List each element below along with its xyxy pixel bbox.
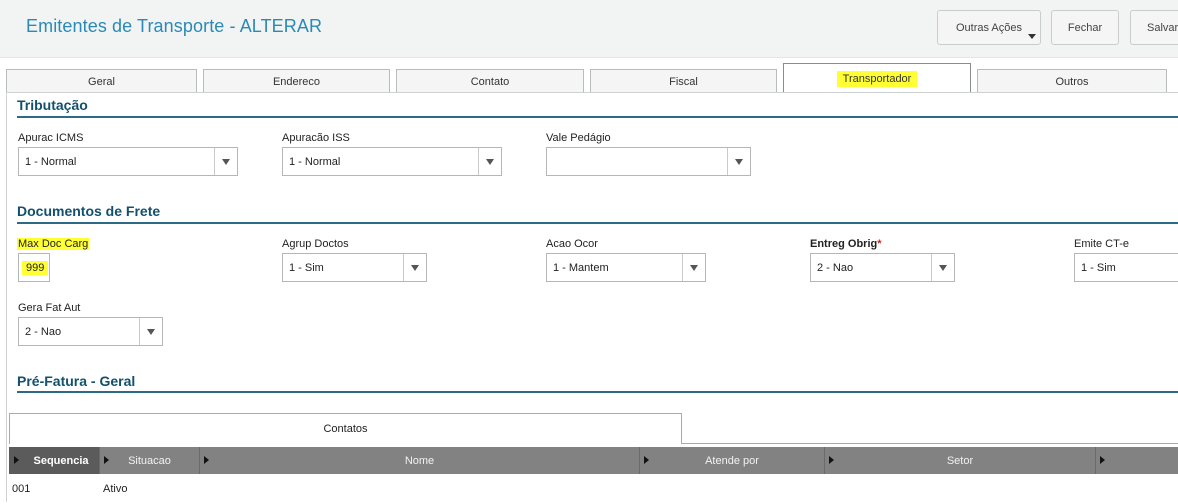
input-value: 999 <box>22 261 49 275</box>
agrup-doctos-select[interactable]: 1 - Sim <box>282 253 427 282</box>
expand-arrow-icon <box>104 456 109 464</box>
column-setor[interactable]: Setor <box>825 447 1096 474</box>
grid-tab-divider <box>681 443 1178 444</box>
select-value: 1 - Sim <box>1081 262 1116 274</box>
tab-label: Geral <box>88 75 115 88</box>
grid-header: Sequencia Situacao Nome Atende por Setor <box>9 447 1178 474</box>
dropdown-arrow-icon[interactable] <box>139 318 162 345</box>
apuracao-iss-select[interactable]: 1 - Normal <box>282 147 502 176</box>
salvar-button[interactable]: Salvar <box>1130 10 1178 45</box>
dropdown-arrow-icon[interactable] <box>403 254 426 281</box>
column-label: Sequencia <box>33 454 89 467</box>
fechar-label: Fechar <box>1067 21 1103 34</box>
max-doc-carg-input[interactable]: 999 <box>18 253 50 282</box>
entreg-obrig-select[interactable]: 2 - Nao <box>810 253 955 282</box>
salvar-label: Salvar <box>1147 21 1178 34</box>
select-value: 1 - Sim <box>289 262 324 274</box>
agrup-doctos-label: Agrup Doctos <box>282 238 349 250</box>
section-documentos-title: Documentos de Frete <box>17 203 161 219</box>
entreg-obrig-label: Entreg Obrig* <box>810 238 882 250</box>
tab-geral[interactable]: Geral <box>6 69 197 93</box>
tab-label: Outros <box>1055 75 1089 88</box>
tab-label: Transportador <box>836 71 918 87</box>
gera-fat-aut-select[interactable]: 2 - Nao <box>18 317 163 346</box>
expand-arrow-icon <box>1100 456 1105 464</box>
vale-pedagio-select[interactable] <box>546 147 751 176</box>
expand-arrow-icon <box>14 456 19 464</box>
tab-label: Contatos <box>323 423 368 435</box>
tab-outros[interactable]: Outros <box>977 69 1167 93</box>
tab-label: Contato <box>470 75 510 88</box>
section-divider <box>17 222 1178 224</box>
tab-label: Fiscal <box>669 75 698 88</box>
select-value: 2 - Nao <box>817 262 854 274</box>
dropdown-arrow-icon[interactable] <box>214 148 237 175</box>
select-value: 1 - Normal <box>289 156 341 168</box>
select-value: 1 - Normal <box>25 156 77 168</box>
tab-contato[interactable]: Contato <box>396 69 584 93</box>
select-value: 1 - Mantem <box>553 262 609 274</box>
emite-cte-label: Emite CT-e <box>1074 238 1130 250</box>
entreg-obrig-text: Entreg Obrig <box>810 238 878 250</box>
outras-acoes-button[interactable]: Outras Ações <box>937 10 1041 45</box>
tab-contatos[interactable]: Contatos <box>9 413 682 444</box>
vale-pedagio-label: Vale Pedágio <box>546 132 611 144</box>
acao-ocor-select[interactable]: 1 - Mantem <box>546 253 706 282</box>
select-value: 2 - Nao <box>25 326 62 338</box>
dropdown-arrow-icon[interactable] <box>682 254 705 281</box>
section-divider <box>17 391 1178 393</box>
acao-ocor-label: Acao Ocor <box>546 238 598 250</box>
column-situacao[interactable]: Situacao <box>100 447 200 474</box>
required-asterisk: * <box>877 238 882 250</box>
apuracao-iss-label: Apuracão ISS <box>282 132 350 144</box>
emite-cte-select[interactable]: 1 - Sim <box>1074 253 1178 282</box>
apurac-icms-label: Apurac ICMS <box>18 132 84 144</box>
column-extra[interactable] <box>1096 447 1178 474</box>
dropdown-arrow-icon[interactable] <box>931 254 954 281</box>
expand-arrow-icon <box>829 456 834 464</box>
max-doc-carg-label: Max Doc Carg <box>17 238 90 250</box>
column-nome[interactable]: Nome <box>200 447 640 474</box>
expand-arrow-icon <box>644 456 649 464</box>
tab-endereco[interactable]: Endereco <box>203 69 390 93</box>
caret-down-icon <box>1028 34 1036 39</box>
column-label: Setor <box>946 454 974 467</box>
page-title: Emitentes de Transporte - ALTERAR <box>26 16 323 36</box>
cell-situacao: Ativo <box>103 483 128 495</box>
outras-acoes-label: Outras Ações <box>955 21 1023 34</box>
tab-transportador[interactable]: Transportador <box>783 63 971 93</box>
section-pre-fatura-title: Pré-Fatura - Geral <box>17 373 136 389</box>
dropdown-arrow-icon[interactable] <box>478 148 501 175</box>
column-label: Situacao <box>128 454 171 467</box>
tab-label: Endereco <box>272 75 321 88</box>
apurac-icms-select[interactable]: 1 - Normal <box>18 147 238 176</box>
column-label: Atende por <box>705 454 759 467</box>
fechar-button[interactable]: Fechar <box>1051 10 1119 45</box>
cell-sequencia: 001 <box>12 483 31 495</box>
page-header: Emitentes de Transporte - ALTERAR Outras… <box>0 0 1178 58</box>
column-sequencia[interactable]: Sequencia <box>9 447 100 474</box>
section-divider <box>17 116 1178 118</box>
tab-fiscal[interactable]: Fiscal <box>590 69 777 93</box>
column-atende-por[interactable]: Atende por <box>640 447 825 474</box>
section-tributacao-title: Tributação <box>17 97 88 113</box>
expand-arrow-icon <box>204 456 209 464</box>
column-label: Nome <box>404 454 435 467</box>
gera-fat-aut-label: Gera Fat Aut <box>18 302 81 314</box>
dropdown-arrow-icon[interactable] <box>727 148 750 175</box>
tab-bar: Geral Endereco Contato Fiscal Transporta… <box>0 58 1178 93</box>
